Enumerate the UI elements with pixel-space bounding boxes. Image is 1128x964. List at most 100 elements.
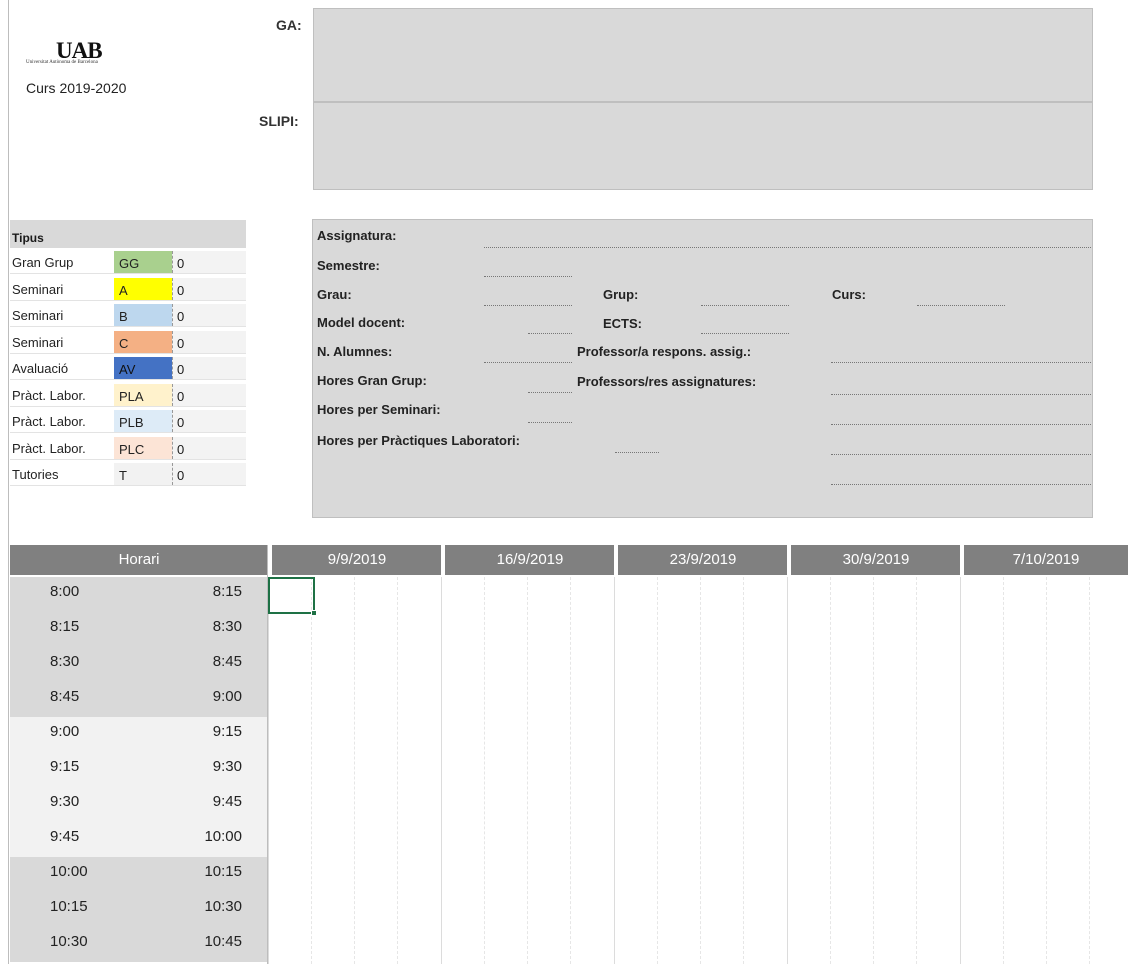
tipus-row: Tutories T 0 [10,463,246,486]
curs-field[interactable] [917,305,1005,306]
day-column-border [873,577,874,964]
tipus-count[interactable]: 0 [172,330,246,353]
selected-cell[interactable] [268,577,315,614]
tipus-code[interactable]: PLC [114,436,172,459]
slipi-field[interactable] [313,102,1093,190]
week-column-border [441,577,442,964]
grup-field[interactable] [701,305,789,306]
tipus-code[interactable]: B [114,304,172,326]
tipus-count[interactable]: 0 [172,463,246,485]
tipus-row: Pràct. Labor. PLB 0 [10,410,246,433]
tipus-count[interactable]: 0 [172,410,246,432]
ga-label: GA: [276,17,302,33]
hores-gran-grup-label: Hores Gran Grup: [317,373,427,388]
tipus-name: Pràct. Labor. [12,387,86,403]
tipus-row: Pràct. Labor. PLC 0 [10,436,246,460]
time-end: 10:15 [204,863,242,880]
day-column-border [311,577,312,964]
day-column-border [1046,577,1047,964]
tipus-name: Pràct. Labor. [12,414,86,429]
week-header-3[interactable]: 23/9/2019 [618,545,788,575]
tipus-code[interactable]: AV [114,357,172,379]
week-header-1[interactable]: 9/9/2019 [272,545,442,575]
time-start: 10:00 [50,863,88,880]
tipus-row: Seminari A 0 [10,277,246,301]
course-year: Curs 2019-2020 [26,80,127,96]
time-end: 9:30 [212,758,242,775]
ects-label: ECTS: [603,316,642,331]
sheet-left-border [8,0,9,964]
time-end: 10:45 [204,933,242,950]
professors-field-1[interactable] [831,394,1091,395]
curs-label: Curs: [832,287,866,302]
tipus-code[interactable]: PLA [114,383,172,406]
row-separator [10,273,246,274]
tipus-row: Seminari B 0 [10,304,246,327]
grau-label: Grau: [317,287,352,302]
week-header-5[interactable]: 7/10/2019 [964,545,1128,575]
tipus-code[interactable]: GG [114,251,172,273]
time-start: 8:45 [50,688,80,705]
hores-seminari-label: Hores per Seminari: [317,402,441,417]
fill-handle[interactable] [311,610,317,616]
tipus-count[interactable]: 0 [172,383,246,406]
tipus-code[interactable]: PLB [114,410,172,432]
week-column-border [960,577,961,964]
tipus-count[interactable]: 0 [172,357,246,379]
time-end: 9:00 [212,688,242,705]
professors-field-2[interactable] [831,424,1091,425]
time-row: 8:30 8:45 [10,647,268,682]
row-separator [10,379,246,380]
professors-field-3[interactable] [831,454,1091,455]
time-start: 8:00 [50,583,80,600]
time-row: 8:45 9:00 [10,682,268,717]
tipus-row: Seminari C 0 [10,330,246,354]
row-separator [10,352,246,354]
time-end: 10:30 [204,898,242,915]
tipus-code[interactable]: C [114,330,172,353]
hores-gran-grup-field[interactable] [528,392,572,393]
model-docent-field[interactable] [528,333,572,334]
time-row: 9:45 10:00 [10,822,268,857]
tipus-title: Tipus [12,231,44,245]
ects-field[interactable] [701,333,789,334]
time-start: 8:30 [50,653,80,670]
grau-field[interactable] [484,305,572,306]
day-column-border [743,577,744,964]
hores-seminari-field[interactable] [528,422,572,423]
subject-info-panel [312,219,1093,518]
professors-field-4[interactable] [831,484,1091,485]
time-end: 9:45 [212,793,242,810]
time-row: 8:15 8:30 [10,612,268,647]
tipus-code[interactable]: A [114,277,172,300]
tipus-code[interactable]: T [114,463,172,485]
semestre-label: Semestre: [317,258,380,273]
week-header-4[interactable]: 30/9/2019 [791,545,961,575]
tipus-row: Gran Grup GG 0 [10,251,246,274]
professor-respons-field[interactable] [831,362,1091,363]
tipus-name: Gran Grup [12,255,74,270]
n-alumnes-field[interactable] [484,362,572,363]
tipus-name: Tutories [12,467,59,482]
tipus-count[interactable]: 0 [172,251,246,273]
week-header-2[interactable]: 16/9/2019 [445,545,615,575]
tipus-name: Seminari [12,308,64,323]
schedule-header: Horari 9/9/2019 16/9/2019 23/9/2019 30/9… [10,545,1128,575]
week-column-border [268,577,269,964]
assignatura-field[interactable] [484,247,1091,248]
tipus-count[interactable]: 0 [172,277,246,300]
horari-header: Horari [118,551,160,568]
week-column-border [614,577,615,964]
tipus-count[interactable]: 0 [172,304,246,326]
schedule-grid[interactable] [268,577,1128,964]
tipus-count[interactable]: 0 [172,436,246,459]
time-end: 8:15 [212,583,242,600]
hores-practiques-field[interactable] [615,452,659,453]
tipus-name: Seminari [12,334,64,350]
model-docent-label: Model docent: [317,315,406,330]
ga-field[interactable] [313,8,1093,102]
n-alumnes-label: N. Alumnes: [317,344,393,359]
time-end: 10:00 [204,828,242,845]
time-row: 9:15 9:30 [10,752,268,787]
semestre-field[interactable] [484,276,572,277]
